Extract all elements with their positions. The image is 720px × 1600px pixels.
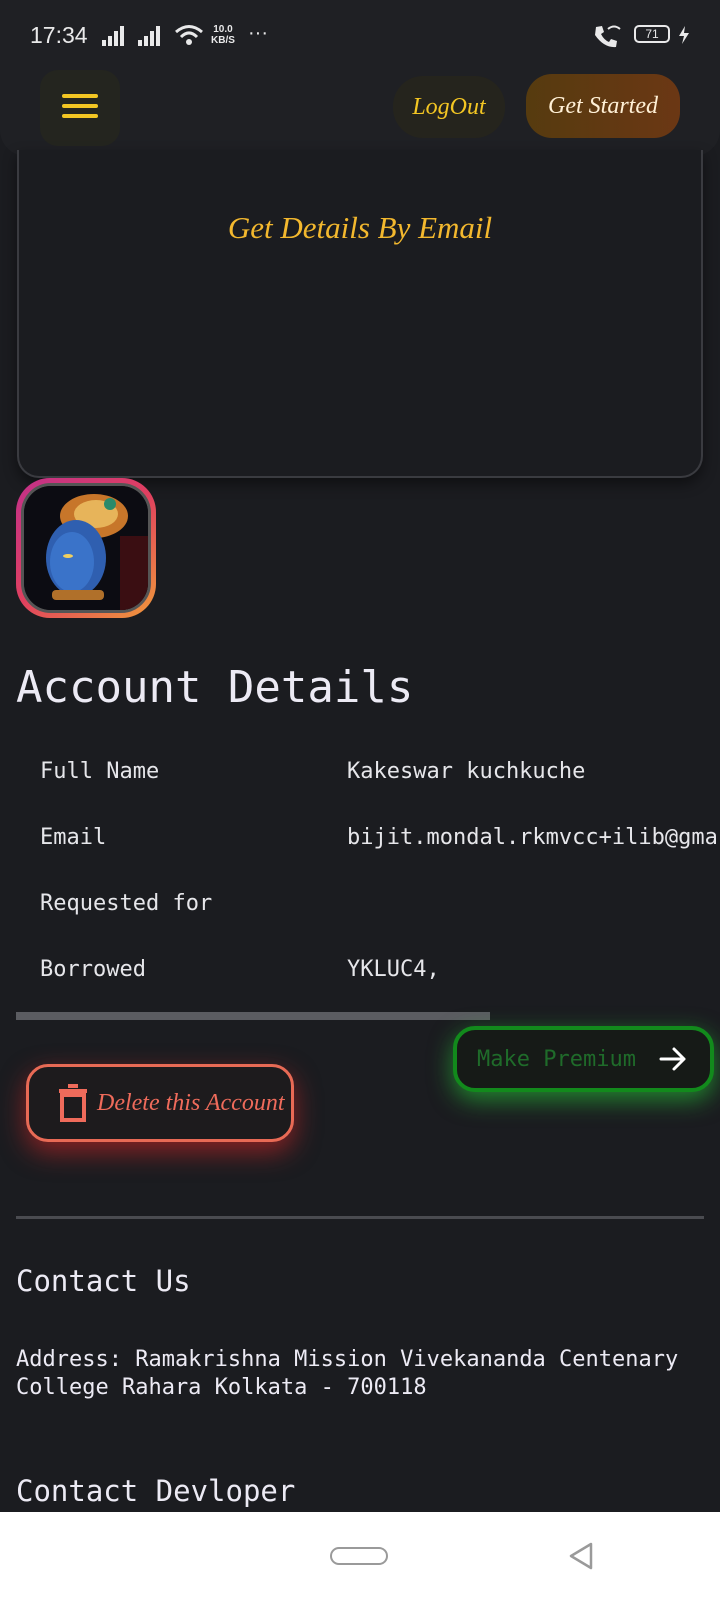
signal-icon	[102, 26, 124, 46]
hamburger-menu-button[interactable]	[40, 70, 120, 146]
hamburger-icon-bar	[62, 114, 98, 118]
logout-button[interactable]: LogOut	[393, 76, 505, 138]
delete-account-button[interactable]: Delete this Account	[26, 1064, 294, 1142]
top-navbar: LogOut Get Started	[0, 70, 720, 156]
contact-us-heading: Contact Us	[16, 1264, 191, 1298]
arrow-right-icon	[659, 1047, 686, 1071]
email-value: bijit.mondal.rkmvcc+ilib@gma	[347, 825, 718, 850]
card-title: Get Details By Email	[227, 210, 493, 245]
table-horizontal-scrollbar[interactable]	[16, 1012, 490, 1020]
battery-icon: 71	[634, 25, 670, 43]
make-premium-label: Make Premium	[477, 1046, 636, 1072]
get-started-button[interactable]: Get Started	[526, 74, 680, 138]
hamburger-icon	[62, 94, 98, 98]
hamburger-icon-bar	[62, 104, 98, 108]
wifi-calling-icon	[595, 25, 621, 48]
overflow-indicator: ···	[248, 22, 268, 44]
status-time: 17:34	[30, 22, 88, 48]
trash-icon	[59, 1084, 87, 1122]
signal-icon	[138, 26, 160, 46]
make-premium-button[interactable]: Make Premium	[453, 1026, 714, 1092]
status-bar: 17:34 10.0 KB/S ··· 71	[0, 0, 720, 70]
network-speed: 10.0 KB/S	[211, 24, 235, 46]
full-name-value: Kakeswar kuchkuche	[347, 759, 586, 784]
back-icon[interactable]	[568, 1542, 594, 1570]
profile-avatar[interactable]	[16, 478, 156, 618]
contact-developer-heading: Contact Devloper	[16, 1474, 296, 1508]
system-navigation-bar	[0, 1512, 720, 1600]
borrowed-value: YKLUC4,	[347, 957, 440, 982]
address-text: Address: Ramakrishna Mission Vivekananda…	[16, 1347, 679, 1400]
home-button[interactable]	[330, 1547, 388, 1565]
avatar	[21, 483, 151, 613]
get-details-card: Get Details By Email	[17, 150, 703, 478]
requested-for-label: Requested for	[40, 891, 213, 916]
account-details-heading: Account Details	[16, 662, 414, 713]
borrowed-label: Borrowed	[40, 957, 146, 982]
wifi-icon	[175, 25, 203, 45]
avatar-image	[24, 486, 148, 610]
charging-icon	[679, 26, 689, 44]
email-label: Email	[40, 825, 107, 850]
full-name-label: Full Name	[40, 759, 160, 784]
delete-account-label: Delete this Account	[97, 1089, 285, 1116]
section-divider	[16, 1216, 704, 1219]
